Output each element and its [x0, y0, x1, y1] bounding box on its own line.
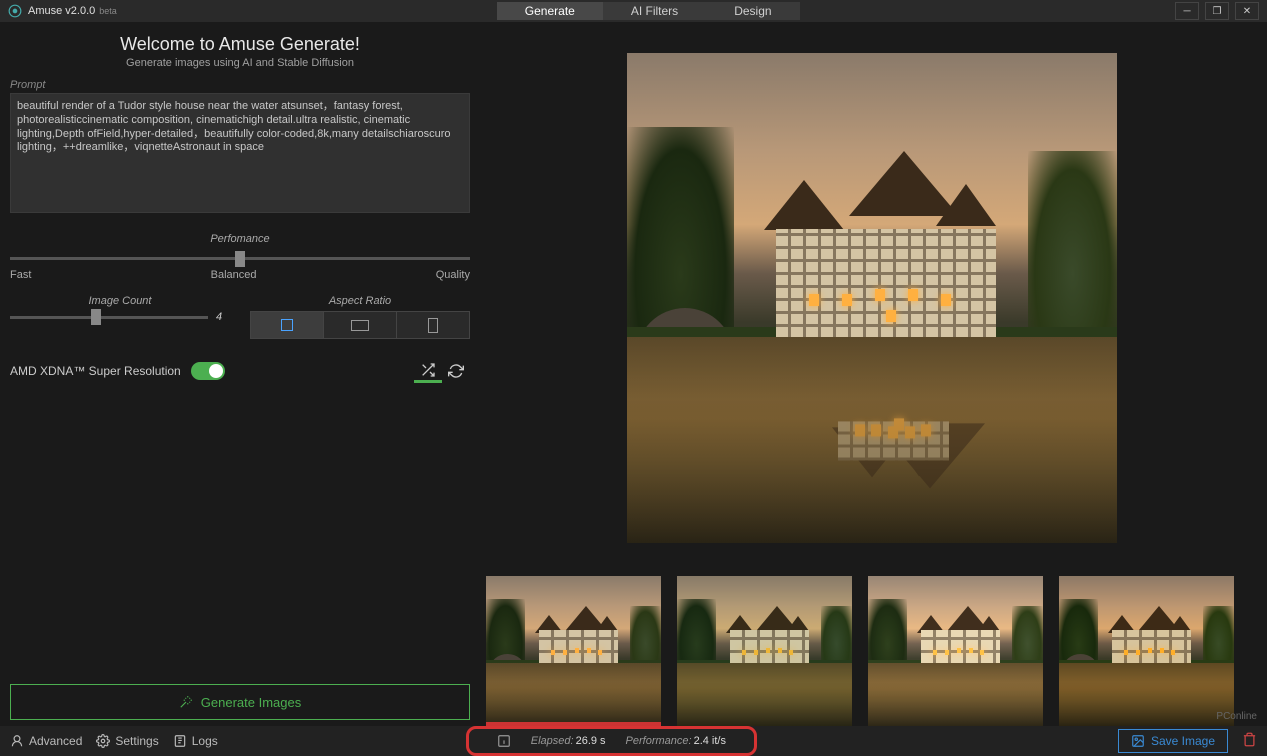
welcome-title: Welcome to Amuse Generate! — [10, 34, 470, 55]
tab-ai-filters[interactable]: AI Filters — [603, 2, 706, 20]
tab-generate[interactable]: Generate — [497, 2, 603, 20]
thumbnail-1[interactable] — [486, 576, 661, 726]
elapsed-value: 26.9 s — [576, 735, 606, 747]
refresh-button[interactable] — [442, 359, 470, 383]
shuffle-button[interactable] — [414, 359, 442, 383]
gear-icon — [96, 734, 110, 748]
thumbnail-3[interactable] — [868, 576, 1043, 726]
main-tabs: Generate AI Filters Design — [497, 2, 800, 20]
save-icon — [1131, 734, 1145, 748]
aspect-landscape-button[interactable] — [324, 312, 397, 338]
logs-icon — [173, 734, 187, 748]
status-bar: Advanced Settings Logs Elapsed:26.9 s Pe… — [0, 726, 1267, 756]
prompt-label: Prompt — [10, 79, 470, 91]
aspect-square-button[interactable] — [251, 312, 324, 338]
prompt-input[interactable] — [10, 93, 470, 213]
delete-button[interactable] — [1242, 732, 1257, 750]
perf-quality-label: Quality — [436, 269, 470, 281]
portrait-icon — [428, 318, 438, 333]
logs-button[interactable]: Logs — [173, 734, 218, 748]
perf-fast-label: Fast — [10, 269, 31, 281]
thumbnail-4[interactable] — [1059, 576, 1234, 726]
perf-stat-value: 2.4 it/s — [694, 735, 726, 747]
advanced-button[interactable]: Advanced — [10, 734, 82, 748]
app-title: Amuse v2.0.0 — [28, 5, 95, 17]
super-resolution-label: AMD XDNA™ Super Resolution — [10, 364, 181, 378]
app-tag: beta — [99, 6, 117, 16]
performance-slider[interactable] — [10, 257, 470, 260]
save-image-button[interactable]: Save Image — [1118, 729, 1228, 753]
magic-wand-icon — [179, 695, 193, 709]
image-count-value: 4 — [216, 311, 230, 323]
image-count-slider[interactable] — [10, 316, 208, 319]
square-icon — [281, 319, 293, 331]
refresh-icon — [448, 363, 464, 379]
aspect-portrait-button[interactable] — [397, 312, 469, 338]
shuffle-icon — [420, 362, 436, 378]
sliders-icon — [10, 734, 24, 748]
window-maximize-button[interactable]: ❐ — [1205, 2, 1229, 20]
tab-design[interactable]: Design — [706, 2, 799, 20]
welcome-header: Welcome to Amuse Generate! Generate imag… — [10, 34, 470, 69]
generate-button-label: Generate Images — [201, 695, 301, 710]
thumbnail-strip — [486, 576, 1257, 726]
watermark: PConline — [1216, 711, 1257, 722]
info-icon — [497, 734, 511, 748]
welcome-subtitle: Generate images using AI and Stable Diff… — [10, 57, 470, 69]
preview-panel — [480, 22, 1267, 726]
settings-button[interactable]: Settings — [96, 734, 158, 748]
stats-callout: Elapsed:26.9 s Performance:2.4 it/s — [466, 726, 757, 756]
perf-stat-label: Performance: — [626, 735, 692, 747]
preview-image[interactable] — [627, 53, 1117, 543]
super-resolution-toggle[interactable] — [191, 362, 225, 380]
performance-label: Perfomance — [210, 233, 269, 245]
trash-icon — [1242, 732, 1257, 747]
aspect-ratio-label: Aspect Ratio — [250, 295, 470, 307]
image-count-label: Image Count — [10, 295, 230, 307]
elapsed-label: Elapsed: — [531, 735, 574, 747]
controls-panel: Welcome to Amuse Generate! Generate imag… — [0, 22, 480, 726]
title-bar: Amuse v2.0.0 beta Generate AI Filters De… — [0, 0, 1267, 22]
main-preview — [486, 30, 1257, 566]
landscape-icon — [351, 320, 369, 331]
generate-images-button[interactable]: Generate Images — [10, 684, 470, 720]
window-minimize-button[interactable]: ─ — [1175, 2, 1199, 20]
window-close-button[interactable]: ✕ — [1235, 2, 1259, 20]
perf-balanced-label: Balanced — [211, 269, 257, 281]
thumbnail-2[interactable] — [677, 576, 852, 726]
app-logo-icon — [8, 4, 22, 18]
